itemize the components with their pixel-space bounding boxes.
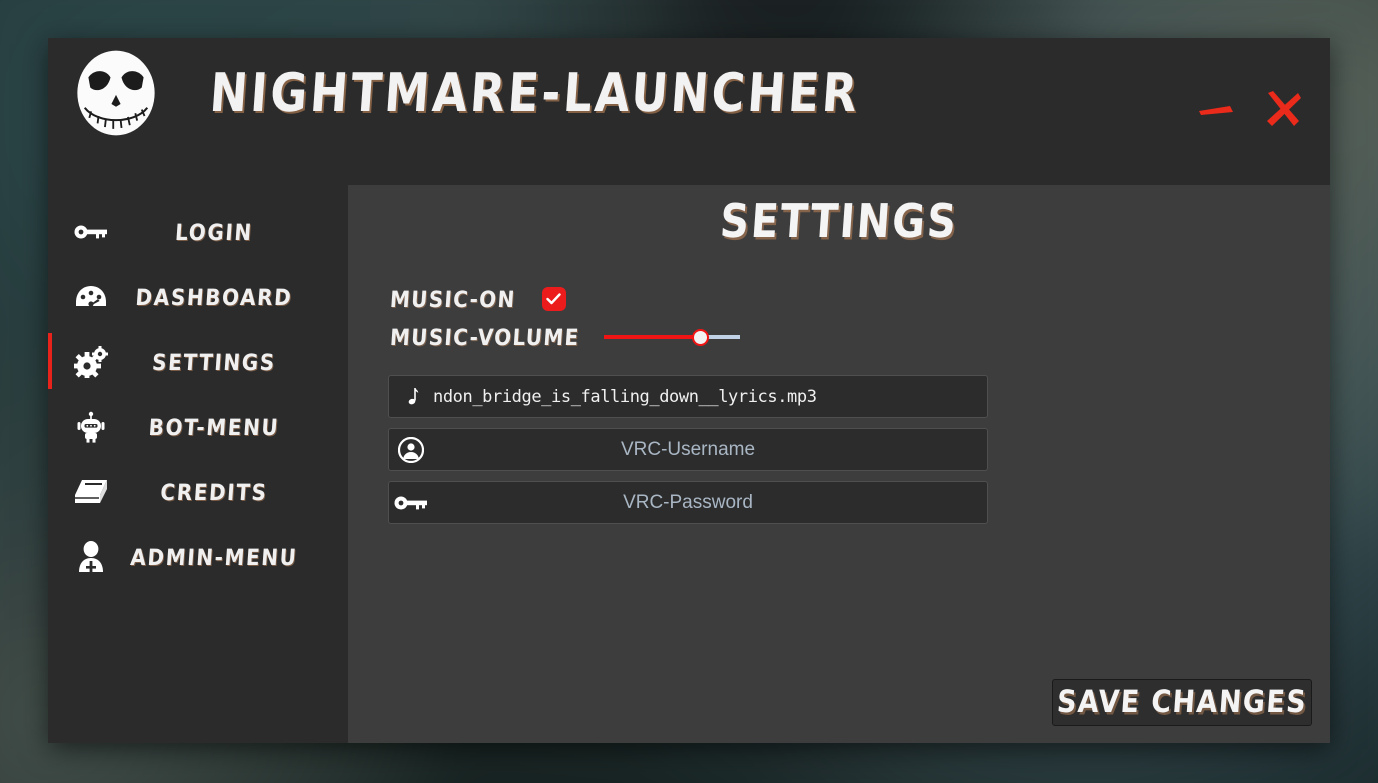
close-icon[interactable] xyxy=(1262,88,1304,130)
sidebar-item-label: CREDITS xyxy=(159,478,269,505)
vrc-username-input[interactable]: VRC-Username xyxy=(388,428,988,471)
sidebar-item-label: SETTINGS xyxy=(151,348,277,375)
key-icon xyxy=(389,493,433,513)
slider-fill xyxy=(603,335,701,339)
music-volume-slider[interactable] xyxy=(603,326,740,348)
app-title: NIGHTMARE-LAUNCHER xyxy=(207,61,862,124)
settings-panel: SETTINGS MUSIC-ON MUSIC-VOLUME ndon_brid… xyxy=(348,185,1330,743)
vrc-password-input[interactable]: VRC-Password xyxy=(388,481,988,524)
vrc-password-placeholder: VRC-Password xyxy=(623,491,753,513)
music-file-value: ndon_bridge_is_falling_down__lyrics.mp3 xyxy=(433,387,987,407)
slider-thumb[interactable] xyxy=(691,329,709,346)
sidebar-item-dashboard[interactable]: DASHBOARD xyxy=(48,264,348,329)
application-window: NIGHTMARE-LAUNCHER LOGIN DASHBOARD SETTI… xyxy=(48,38,1330,743)
music-file-input[interactable]: ndon_bridge_is_falling_down__lyrics.mp3 xyxy=(388,375,988,418)
sidebar-item-label: ADMIN-MENU xyxy=(129,543,299,570)
sidebar-item-credits[interactable]: CREDITS xyxy=(48,459,348,524)
music-file-text: ndon_bridge_is_falling_down__lyrics.mp3 xyxy=(433,386,817,407)
window-controls xyxy=(1196,88,1304,130)
gears-icon xyxy=(68,345,114,378)
minimize-icon[interactable] xyxy=(1196,98,1236,120)
music-volume-label: MUSIC-VOLUME xyxy=(389,323,581,351)
music-on-label: MUSIC-ON xyxy=(389,285,517,313)
sidebar-item-label: DASHBOARD xyxy=(134,283,294,310)
book-icon xyxy=(68,478,114,506)
page-title: SETTINGS xyxy=(718,195,960,249)
sidebar-item-bot-menu[interactable]: BOT-MENU xyxy=(48,394,348,459)
music-on-checkbox[interactable] xyxy=(541,287,566,311)
sidebar: LOGIN DASHBOARD SETTINGS BOT-MENU CREDIT… xyxy=(48,147,348,743)
person-circle-icon xyxy=(389,436,433,463)
sidebar-item-label: BOT-MENU xyxy=(147,413,281,440)
check-icon xyxy=(546,293,561,305)
music-note-icon xyxy=(389,387,433,407)
desktop-background: NIGHTMARE-LAUNCHER LOGIN DASHBOARD SETTI… xyxy=(0,0,1378,783)
save-changes-button[interactable]: SAVE CHANGES xyxy=(1052,679,1312,726)
sidebar-item-admin-menu[interactable]: ADMIN-MENU xyxy=(48,524,348,589)
music-volume-row: MUSIC-VOLUME xyxy=(389,323,1290,351)
vrc-username-placeholder: VRC-Username xyxy=(620,438,756,460)
music-on-row: MUSIC-ON xyxy=(389,285,1290,313)
robot-icon xyxy=(68,411,114,443)
window-body: LOGIN DASHBOARD SETTINGS BOT-MENU CREDIT… xyxy=(48,147,1330,743)
gauge-icon xyxy=(68,284,114,310)
key-icon xyxy=(68,222,114,242)
sidebar-item-login[interactable]: LOGIN xyxy=(48,199,348,264)
save-changes-label: SAVE CHANGES xyxy=(1055,684,1309,721)
sidebar-item-label: LOGIN xyxy=(174,218,254,245)
person-icon xyxy=(68,540,114,573)
title-bar: NIGHTMARE-LAUNCHER xyxy=(48,38,1330,147)
skull-icon xyxy=(77,50,155,135)
sidebar-item-settings[interactable]: SETTINGS xyxy=(48,329,348,394)
